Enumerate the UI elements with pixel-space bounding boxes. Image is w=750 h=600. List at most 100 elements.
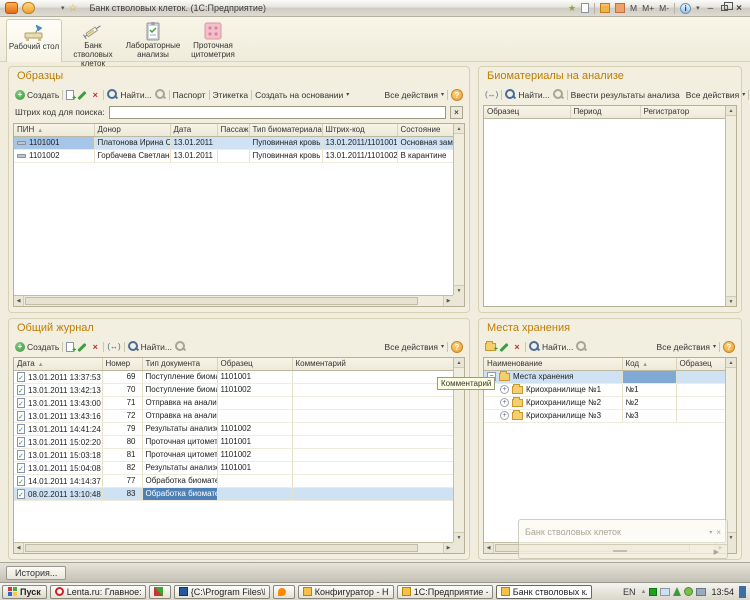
help-icon[interactable]	[723, 341, 735, 353]
set-period-button[interactable]: (↔)	[107, 342, 120, 351]
help-icon[interactable]	[451, 89, 463, 101]
tray-folder-icon[interactable]	[660, 588, 670, 596]
barcode-search-input[interactable]	[109, 106, 446, 119]
info-dropdown-icon[interactable]: ▾	[696, 4, 700, 12]
journal-row[interactable]: 13.01.2011 15:02:2080Проточная цитометри…	[14, 435, 453, 448]
tab-flow-cytometry[interactable]: Проточная цитометрия	[184, 19, 242, 62]
vertical-scrollbar[interactable]: ▲▼	[725, 358, 736, 542]
horizontal-scrollbar[interactable]: ◀▶	[14, 542, 453, 553]
expand-icon[interactable]: +	[500, 398, 509, 407]
journal-row[interactable]: 13.01.2011 15:04:0882Результаты анализов…	[14, 461, 453, 474]
calculator-icon[interactable]	[600, 3, 610, 13]
tray-display-icon[interactable]	[696, 588, 706, 596]
expand-icon[interactable]: +	[500, 411, 509, 420]
start-button[interactable]: Пуск	[2, 585, 47, 599]
column-header[interactable]: Донор	[94, 124, 170, 136]
delete-button[interactable]: ×	[90, 90, 100, 100]
new-window-icon[interactable]	[581, 3, 589, 13]
show-desktop-button[interactable]	[739, 586, 746, 598]
column-header[interactable]: Наименование	[484, 358, 622, 370]
create-button[interactable]: Создать	[15, 90, 59, 100]
journal-row[interactable]: 08.02.2011 13:10:4883Обработка биоматер.…	[14, 487, 453, 500]
minimize-button[interactable]: –	[705, 3, 717, 14]
scroll-down-icon[interactable]: ▼	[726, 296, 736, 306]
tray-status-icon[interactable]	[684, 587, 693, 596]
favorites-star-icon[interactable]: ☆	[69, 3, 78, 14]
bookmark-icon[interactable]: ★	[568, 3, 576, 14]
scroll-down-icon[interactable]: ▼	[454, 532, 464, 542]
find-button[interactable]: Найти...	[107, 89, 151, 100]
column-header[interactable]: Состояние	[397, 124, 453, 136]
tab-desktop[interactable]: Рабочий стол	[6, 19, 62, 62]
clear-find-button[interactable]	[576, 341, 587, 352]
column-header[interactable]: Дата▲	[14, 358, 102, 370]
find-button[interactable]: Найти...	[529, 341, 573, 352]
scroll-up-icon[interactable]: ▲	[454, 124, 464, 134]
sample-row[interactable]: 1101002Горбачева Светлана ...13.01.2011П…	[14, 149, 453, 162]
all-actions-button[interactable]: Все действия▾	[657, 342, 716, 352]
journal-row[interactable]: 13.01.2011 13:37:5369Поступление биомат.…	[14, 370, 453, 383]
taskbar-task[interactable]: Банк стволовых кле...	[496, 585, 592, 599]
storage-tree-row[interactable]: +Криохранилище №3№3	[484, 409, 725, 422]
copy-button[interactable]	[66, 342, 74, 352]
scroll-left-icon[interactable]: ◀	[14, 543, 24, 553]
clock[interactable]: 13:54	[711, 587, 734, 597]
memory-minus-button[interactable]: M-	[659, 3, 669, 13]
scroll-right-icon[interactable]: ▶	[443, 543, 453, 553]
create-based-on-button[interactable]: Создать на основании▾	[255, 90, 349, 100]
edit-button[interactable]	[77, 342, 87, 352]
journal-row[interactable]: 14.01.2011 14:14:3777Обработка биоматер.…	[14, 474, 453, 487]
language-indicator[interactable]: EN	[623, 587, 636, 597]
journal-row[interactable]: 13.01.2011 13:43:0071Отправка на анализ	[14, 396, 453, 409]
column-header[interactable]: ПИН▲	[14, 124, 94, 136]
main-menu-button[interactable]	[22, 2, 35, 14]
enter-results-button[interactable]: Ввести результаты анализа	[571, 90, 680, 100]
storage-tree-row[interactable]: +Криохранилище №2№2	[484, 396, 725, 409]
info-icon[interactable]: i	[680, 3, 691, 14]
journal-row[interactable]: 13.01.2011 15:03:1881Проточная цитометри…	[14, 448, 453, 461]
set-period-button[interactable]: (↔)	[485, 90, 498, 99]
journal-row[interactable]: 13.01.2011 14:41:2479Результаты анализов…	[14, 422, 453, 435]
restore-button[interactable]	[721, 5, 728, 11]
taskbar-task[interactable]: {C:\Program Files\Far2} ...	[174, 585, 270, 599]
scroll-up-icon[interactable]: ▲	[726, 358, 736, 368]
taskbar-task[interactable]	[149, 585, 171, 599]
edit-button[interactable]	[77, 90, 87, 100]
calendar-icon[interactable]	[615, 3, 625, 13]
journal-row[interactable]: 13.01.2011 13:42:1370Поступление биомат.…	[14, 383, 453, 396]
column-header[interactable]: Образец	[484, 106, 570, 118]
taskbar-task[interactable]: 1С:Предприятие - НТК	[397, 585, 493, 599]
vertical-scrollbar[interactable]: ▲▼	[725, 106, 736, 306]
tab-lab-analyses[interactable]: Лабораторные анализы	[124, 19, 182, 62]
edit-button[interactable]	[499, 342, 509, 352]
all-actions-button[interactable]: Все действия▾	[385, 90, 444, 100]
storage-tree-row[interactable]: −Места хранения	[484, 370, 725, 383]
passport-button[interactable]: Паспорт	[173, 90, 206, 100]
copy-button[interactable]	[66, 90, 74, 100]
journal-row[interactable]: 13.01.2011 13:43:1672Отправка на анализ	[14, 409, 453, 422]
column-header[interactable]: Штрих-код	[322, 124, 397, 136]
sticker-button[interactable]: Этикетка	[213, 90, 249, 100]
quick-access-dropdown-icon[interactable]: ▾	[61, 4, 65, 12]
memory-button[interactable]: M	[630, 3, 637, 13]
horizontal-scrollbar[interactable]: ◀▶	[14, 295, 453, 306]
delete-button[interactable]: ×	[90, 342, 100, 352]
taskbar-task[interactable]: Lenta.ru: Главное: - Op...	[50, 585, 146, 599]
scrollbar-thumb[interactable]	[25, 297, 418, 305]
tray-icon[interactable]	[649, 588, 657, 596]
history-button[interactable]: История...	[6, 566, 66, 580]
taskbar-task[interactable]: Конфигуратор - НТК - [...	[298, 585, 394, 599]
delete-button[interactable]: ×	[512, 342, 522, 352]
column-header[interactable]: Образец	[217, 358, 292, 370]
clear-find-button[interactable]	[175, 341, 186, 352]
column-header[interactable]: Комментарий	[292, 358, 453, 370]
scroll-up-icon[interactable]: ▲	[454, 358, 464, 368]
scrollbar-thumb[interactable]	[25, 544, 418, 552]
column-header[interactable]: Тип документа	[142, 358, 217, 370]
find-button[interactable]: Найти...	[128, 341, 172, 352]
app-icon[interactable]	[5, 2, 18, 14]
tab-stem-cell-bank[interactable]: Банк стволовых клеток	[64, 19, 122, 62]
column-header[interactable]: Пассаж	[217, 124, 249, 136]
tray-antivirus-icon[interactable]	[673, 587, 681, 596]
scroll-up-icon[interactable]: ▲	[726, 106, 736, 116]
